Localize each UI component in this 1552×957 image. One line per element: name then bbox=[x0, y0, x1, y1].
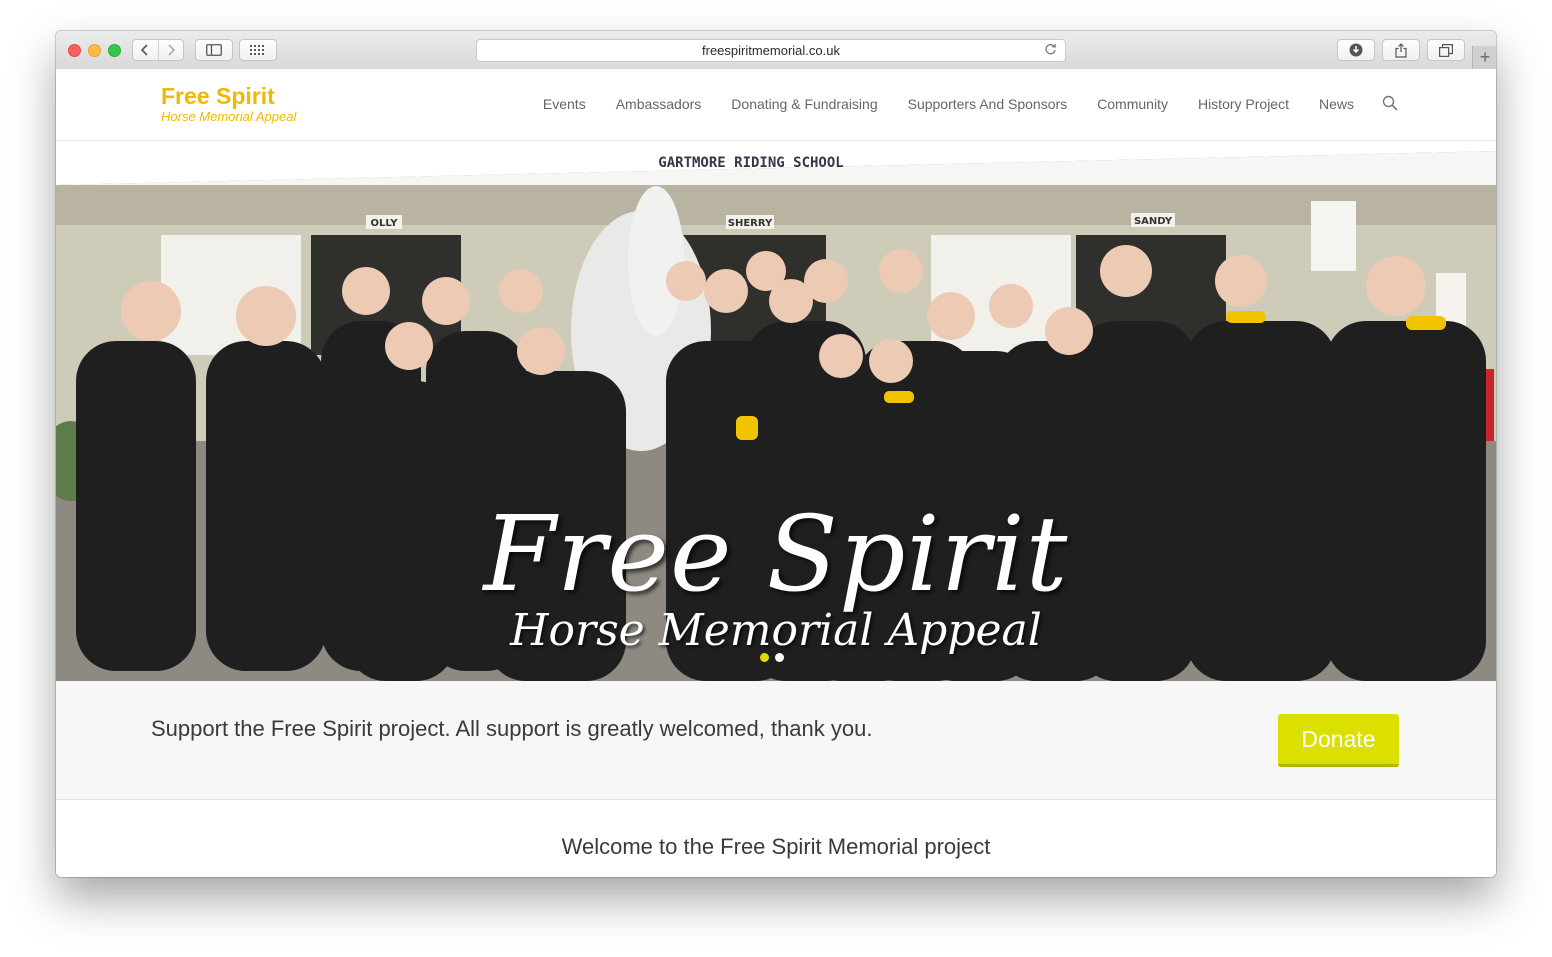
hero-subtitle: Horse Memorial Appeal bbox=[510, 605, 1042, 656]
tabs-icon bbox=[1439, 43, 1453, 57]
donate-button[interactable]: Donate bbox=[1278, 714, 1399, 767]
share-icon bbox=[1395, 42, 1407, 58]
history-nav bbox=[132, 39, 184, 61]
chevron-left-icon bbox=[141, 44, 148, 56]
site-header: Free Spirit Horse Memorial Appeal Events… bbox=[56, 69, 1496, 141]
browser-window: freespiritmemorial.co.uk + Free Spirit H… bbox=[56, 31, 1496, 877]
welcome-heading: Welcome to the Free Spirit Memorial proj… bbox=[561, 834, 991, 859]
grid-icon bbox=[250, 45, 264, 55]
cta-text: Support the Free Spirit project. All sup… bbox=[151, 716, 873, 741]
slider-dots bbox=[760, 653, 784, 662]
back-button[interactable] bbox=[133, 40, 158, 60]
minimize-window-button[interactable] bbox=[88, 44, 101, 57]
browser-toolbar: freespiritmemorial.co.uk + bbox=[56, 31, 1496, 70]
slider-dot-1[interactable] bbox=[760, 653, 769, 662]
nav-item-events[interactable]: Events bbox=[543, 96, 586, 112]
chevron-right-icon bbox=[168, 44, 175, 56]
hero-slider[interactable]: GARTMORE RIDING SCHOOL OLLY SHERRY SANDY… bbox=[56, 141, 1496, 681]
donate-cta-band: Support the Free Spirit project. All sup… bbox=[56, 681, 1496, 800]
url-text: freespiritmemorial.co.uk bbox=[702, 43, 840, 58]
downloads-button[interactable] bbox=[1337, 39, 1375, 61]
nav-item-supporters-sponsors[interactable]: Supporters And Sponsors bbox=[908, 96, 1068, 112]
stable-name-1: OLLY bbox=[371, 218, 399, 229]
nav-item-ambassadors[interactable]: Ambassadors bbox=[616, 96, 702, 112]
search-icon[interactable] bbox=[1382, 95, 1400, 113]
nav-item-community[interactable]: Community bbox=[1097, 96, 1168, 112]
sidebar-icon bbox=[206, 44, 222, 56]
site-logo[interactable]: Free Spirit Horse Memorial Appeal bbox=[161, 83, 296, 124]
share-button[interactable] bbox=[1382, 39, 1420, 61]
nav-item-history-project[interactable]: History Project bbox=[1198, 96, 1289, 112]
address-bar[interactable]: freespiritmemorial.co.uk bbox=[476, 39, 1066, 62]
top-sites-button[interactable] bbox=[239, 39, 277, 61]
slider-dot-2[interactable] bbox=[775, 653, 784, 662]
hero-sign-text: GARTMORE RIDING SCHOOL bbox=[658, 155, 843, 171]
nav-item-news[interactable]: News bbox=[1319, 96, 1354, 112]
logo-subtitle: Horse Memorial Appeal bbox=[161, 109, 297, 124]
main-navigation: Events Ambassadors Donating & Fundraisin… bbox=[513, 95, 1400, 113]
stable-name-3: SANDY bbox=[1134, 216, 1173, 227]
close-window-button[interactable] bbox=[68, 44, 81, 57]
maximize-window-button[interactable] bbox=[108, 44, 121, 57]
sidebar-toggle-button[interactable] bbox=[195, 39, 233, 61]
reload-icon[interactable] bbox=[1044, 43, 1057, 59]
logo-title: Free Spirit bbox=[161, 83, 275, 109]
hero-title: Free Spirit bbox=[483, 493, 1069, 615]
show-tabs-button[interactable] bbox=[1427, 39, 1465, 61]
stable-name-2: SHERRY bbox=[728, 218, 773, 229]
nav-item-donating-fundraising[interactable]: Donating & Fundraising bbox=[731, 96, 877, 112]
forward-button[interactable] bbox=[157, 40, 184, 60]
new-tab-button[interactable]: + bbox=[1472, 46, 1496, 69]
download-icon bbox=[1349, 43, 1363, 57]
